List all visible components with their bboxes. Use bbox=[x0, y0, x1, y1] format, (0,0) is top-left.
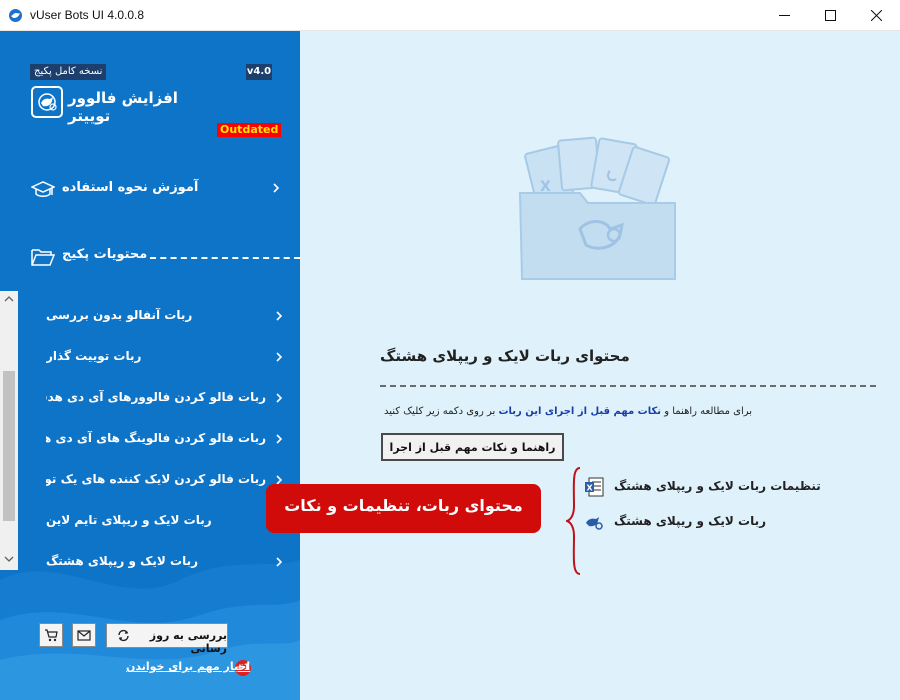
chevron-right-icon bbox=[276, 311, 283, 321]
package-label: نسخه کامل پکیج bbox=[30, 64, 107, 80]
callout-text: محتوای ربات، تنظیمات و نکات bbox=[284, 496, 523, 515]
guide-button-label: راهنما و نکات مهم قبل از اجرا bbox=[389, 441, 556, 454]
news-link[interactable]: اخبار مهم برای خواندن bbox=[126, 660, 250, 673]
sidebar-item-label: ربات فالو کردن لایک کننده های یک توییت bbox=[46, 472, 266, 486]
sidebar-item-label: ربات فالو کردن فالوورهای آی دی هدف bbox=[46, 390, 266, 404]
divider bbox=[380, 385, 876, 387]
minimize-button[interactable] bbox=[762, 0, 808, 31]
divider bbox=[150, 257, 300, 259]
chevron-right-icon bbox=[276, 393, 283, 403]
graduation-cap-icon bbox=[31, 181, 55, 197]
window-title: vUser Bots UI 4.0.0.8 bbox=[30, 8, 145, 22]
title-bar: vUser Bots UI 4.0.0.8 bbox=[0, 0, 900, 31]
sidebar-item-follow-likers[interactable]: ربات فالو کردن لایک کننده های یک توییت bbox=[0, 462, 300, 498]
contact-button[interactable] bbox=[72, 623, 96, 647]
bot-icon bbox=[586, 517, 603, 530]
folder-files-illustration: X bbox=[518, 136, 676, 280]
app-name: افزایش فالوور توییتر bbox=[68, 89, 178, 125]
refresh-icon bbox=[118, 629, 129, 642]
chevron-right-icon bbox=[276, 434, 283, 444]
folder-open-icon bbox=[31, 249, 55, 266]
description-suffix: بر روی دکمه زیر کلیک کنید bbox=[384, 406, 496, 417]
sidebar: v4.0 نسخه کامل پکیج افزایش فالوور توییتر… bbox=[0, 31, 300, 700]
bot-file-item[interactable]: ربات لایک و ریپلای هشتگ bbox=[584, 511, 804, 533]
main-panel: X محتوای ربات لایک و ریپلای هشتگ برای مط… bbox=[300, 31, 900, 700]
sidebar-item-follow-followings[interactable]: ربات فالو کردن فالوینگ های آی دی هدف bbox=[0, 421, 300, 457]
bot-file-label: ربات لایک و ریپلای هشتگ bbox=[614, 514, 767, 528]
check-update-button[interactable]: بررسی به روز رسانی bbox=[106, 623, 228, 655]
sidebar-item-label: ربات لایک و ریپلای هشتگ bbox=[46, 554, 199, 568]
description-highlight: نکات مهم قبل از اجرای این ربات bbox=[498, 406, 662, 417]
maximize-button[interactable] bbox=[808, 0, 854, 31]
chevron-right-icon bbox=[276, 352, 283, 362]
guide-button[interactable]: راهنما و نکات مهم قبل از اجرا bbox=[381, 433, 564, 461]
cart-button[interactable] bbox=[39, 623, 63, 647]
sidebar-item-label: ربات لایک و ریپلای تایم لاین bbox=[46, 513, 212, 527]
svg-text:X: X bbox=[587, 484, 594, 493]
app-icon bbox=[9, 9, 22, 22]
package-contents-label: محتویات پکیج bbox=[62, 247, 148, 262]
sidebar-item-timeline-like[interactable]: ربات لایک و ریپلای تایم لاین bbox=[0, 503, 300, 539]
cart-icon bbox=[45, 629, 58, 642]
callout-banner: محتوای ربات، تنظیمات و نکات bbox=[266, 484, 541, 533]
version-badge: v4.0 bbox=[246, 64, 272, 80]
sidebar-item-label: ربات آنفالو بدون بررسی bbox=[46, 308, 193, 322]
mail-icon bbox=[77, 630, 91, 641]
excel-icon: X bbox=[585, 477, 604, 497]
sidebar-item-hashtag-like[interactable]: ربات لایک و ریپلای هشتگ bbox=[0, 544, 300, 580]
sidebar-item-label: ربات توییت گذار bbox=[46, 349, 142, 363]
close-button[interactable] bbox=[854, 0, 900, 31]
content-title: محتوای ربات لایک و ریپلای هشتگ bbox=[380, 347, 630, 365]
brace-decoration bbox=[566, 467, 581, 575]
content-description: برای مطالعه راهنما و نکات مهم قبل از اجر… bbox=[384, 406, 752, 417]
outdated-badge: Outdated bbox=[217, 123, 282, 137]
sidebar-item-follow-followers[interactable]: ربات فالو کردن فالوورهای آی دی هدف bbox=[0, 380, 300, 416]
chevron-right-icon bbox=[276, 557, 283, 567]
settings-file-label: تنظیمات ربات لایک و ریپلای هشتگ bbox=[614, 479, 821, 493]
sidebar-item-label: ربات فالو کردن فالوینگ های آی دی هدف bbox=[46, 431, 266, 445]
bot-logo-icon bbox=[31, 86, 63, 118]
description-prefix: برای مطالعه راهنما و bbox=[664, 406, 753, 417]
chevron-right-icon bbox=[273, 183, 280, 193]
tutorial-menu-item[interactable]: آموزش نحوه استفاده bbox=[0, 170, 300, 210]
sidebar-item-unfollow[interactable]: ربات آنفالو بدون بررسی bbox=[0, 298, 300, 334]
tutorial-label: آموزش نحوه استفاده bbox=[62, 180, 199, 195]
settings-file-item[interactable]: X تنظیمات ربات لایک و ریپلای هشتگ bbox=[584, 476, 821, 498]
check-update-label: بررسی به روز رسانی bbox=[149, 629, 227, 655]
sidebar-item-tweeter[interactable]: ربات توییت گذار bbox=[0, 339, 300, 375]
